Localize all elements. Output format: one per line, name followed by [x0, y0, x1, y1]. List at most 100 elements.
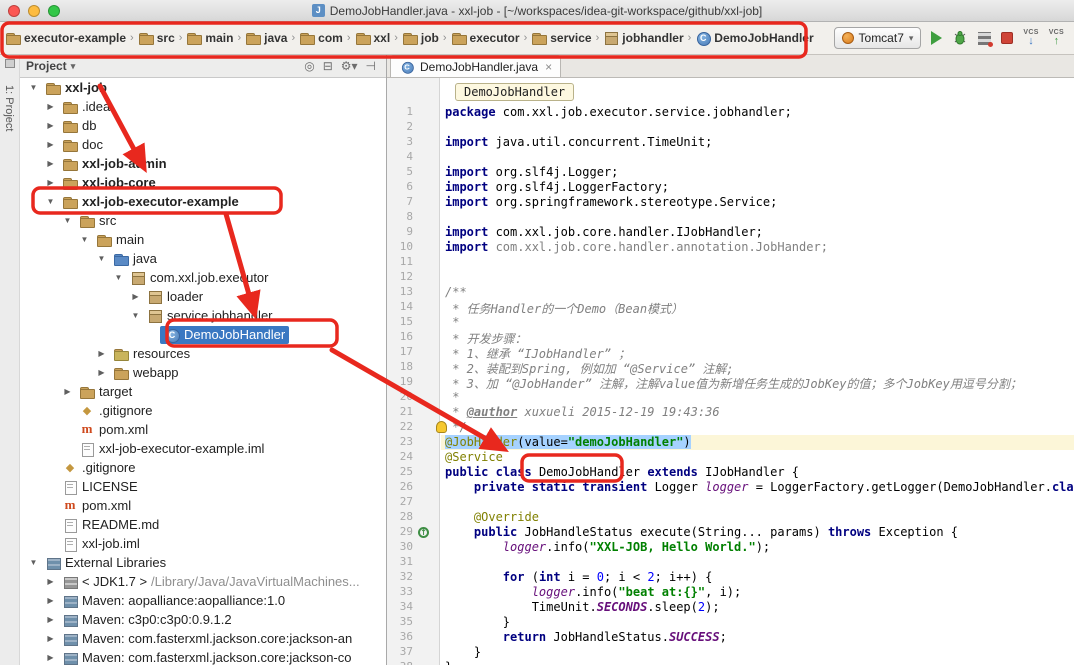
- tree-row-webapp[interactable]: ▶webapp: [20, 363, 386, 382]
- coverage-button[interactable]: [978, 32, 991, 45]
- code-line-7[interactable]: import org.springframework.stereotype.Se…: [441, 195, 1074, 210]
- tree-row-maven-com-fasterxml-jackson-core-jackson-an[interactable]: ▶Maven: com.fasterxml.jackson.core:jacks…: [20, 629, 386, 648]
- code-line-12[interactable]: [441, 270, 1074, 285]
- code-line-2[interactable]: [441, 120, 1074, 135]
- collapse-arrow-icon[interactable]: ▼: [111, 273, 126, 282]
- code-line-18[interactable]: * 2、装配到Spring, 例如加 “@Service” 注解;: [441, 360, 1074, 375]
- tree-row-idea[interactable]: ▶.idea: [20, 97, 386, 116]
- code-line-15[interactable]: *: [441, 315, 1074, 330]
- vcs-commit-button[interactable]: VCS ↑: [1049, 29, 1064, 47]
- tree-row-gitignore[interactable]: .gitignore: [20, 458, 386, 477]
- tree-row-xxl-job-admin[interactable]: ▶xxl-job-admin: [20, 154, 386, 173]
- code-line-27[interactable]: [441, 495, 1074, 510]
- expand-arrow-icon[interactable]: ▶: [43, 159, 58, 168]
- tree-row-jdk1-7[interactable]: ▶< JDK1.7 > /Library/Java/JavaVirtualMac…: [20, 572, 386, 591]
- tree-row-service-jobhandler[interactable]: ▼service.jobhandler: [20, 306, 386, 325]
- close-button[interactable]: [8, 5, 20, 17]
- tree-row-main[interactable]: ▼main: [20, 230, 386, 249]
- code-line-21[interactable]: * @author xuxueli 2015-12-19 19:43:36: [441, 405, 1074, 420]
- breadcrumb-item-java[interactable]: java: [244, 28, 288, 48]
- minimize-button[interactable]: [28, 5, 40, 17]
- expand-arrow-icon[interactable]: ▶: [43, 615, 58, 624]
- code-line-26[interactable]: private static transient Logger logger =…: [441, 480, 1074, 495]
- editor-breadcrumb-pill[interactable]: DemoJobHandler: [455, 83, 574, 101]
- expand-arrow-icon[interactable]: ▶: [128, 292, 143, 301]
- collapse-all-button[interactable]: ⊟: [319, 59, 337, 73]
- tree-row-demojobhandler[interactable]: DemoJobHandler: [20, 325, 386, 344]
- tree-row-xxl-job-executor-example-iml[interactable]: xxl-job-executor-example.iml: [20, 439, 386, 458]
- breadcrumb-item-src[interactable]: src: [137, 28, 176, 48]
- tree-row-xxl-job-executor-example[interactable]: ▼xxl-job-executor-example: [20, 192, 386, 211]
- code-line-34[interactable]: TimeUnit.SECONDS.sleep(2);: [441, 600, 1074, 615]
- code-line-5[interactable]: import org.slf4j.Logger;: [441, 165, 1074, 180]
- tree-row-maven-aopalliance-aopalliance-1-0[interactable]: ▶Maven: aopalliance:aopalliance:1.0: [20, 591, 386, 610]
- stop-button[interactable]: [1001, 32, 1013, 44]
- code-line-22[interactable]: */: [441, 420, 1074, 435]
- collapse-arrow-icon[interactable]: ▼: [26, 83, 41, 92]
- close-icon[interactable]: ×: [545, 60, 552, 74]
- tree-row-db[interactable]: ▶db: [20, 116, 386, 135]
- expand-arrow-icon[interactable]: ▶: [43, 577, 58, 586]
- expand-arrow-icon[interactable]: ▶: [60, 387, 75, 396]
- expand-arrow-icon[interactable]: ▶: [43, 634, 58, 643]
- intention-bulb-icon[interactable]: [436, 421, 447, 433]
- tree-row-xxl-job-iml[interactable]: xxl-job.iml: [20, 534, 386, 553]
- tree-row-xxl-job-core[interactable]: ▶xxl-job-core: [20, 173, 386, 192]
- code-line-19[interactable]: * 3、加 “@JobHander” 注解，注解value值为新增任务生成的Jo…: [441, 375, 1074, 390]
- collapse-arrow-icon[interactable]: ▼: [128, 311, 143, 320]
- tree-row-pom-xml[interactable]: pom.xml: [20, 496, 386, 515]
- breadcrumb-item-executor[interactable]: executor: [450, 28, 521, 48]
- code-line-30[interactable]: logger.info("XXL-JOB, Hello World.");: [441, 540, 1074, 555]
- code-line-1[interactable]: package com.xxl.job.executor.service.job…: [441, 105, 1074, 120]
- code-line-16[interactable]: * 开发步骤：: [441, 330, 1074, 345]
- tree-row-xxl-job[interactable]: ▼xxl-job: [20, 78, 386, 97]
- code-line-23[interactable]: @JobHander(value="demoJobHandler"): [441, 435, 1074, 450]
- expand-arrow-icon[interactable]: ▶: [43, 596, 58, 605]
- code-line-10[interactable]: import com.xxl.job.core.handler.annotati…: [441, 240, 1074, 255]
- expand-arrow-icon[interactable]: ▶: [94, 368, 109, 377]
- expand-arrow-icon[interactable]: ▶: [43, 653, 58, 662]
- breadcrumb-item-job[interactable]: job: [401, 28, 440, 48]
- collapse-arrow-icon[interactable]: ▼: [43, 197, 58, 206]
- expand-arrow-icon[interactable]: ▶: [43, 102, 58, 111]
- collapse-arrow-icon[interactable]: ▼: [94, 254, 109, 263]
- project-stripe-button[interactable]: 1: Project: [3, 85, 15, 131]
- breadcrumb-item-jobhandler[interactable]: jobhandler: [602, 28, 684, 48]
- tree-row-java[interactable]: ▼java: [20, 249, 386, 268]
- code-line-9[interactable]: import com.xxl.job.core.handler.IJobHand…: [441, 225, 1074, 240]
- code-line-37[interactable]: }: [441, 645, 1074, 660]
- breadcrumb-item-xxl[interactable]: xxl: [354, 28, 392, 48]
- breadcrumb-item-service[interactable]: service: [530, 28, 592, 48]
- project-view-select[interactable]: Project ▾: [26, 59, 75, 73]
- breadcrumb-item-demojobhandler[interactable]: DemoJobHandler: [694, 28, 814, 48]
- code-line-38[interactable]: }: [441, 660, 1074, 665]
- tree-row-maven-c3p0-c3p0-0-9-1-2[interactable]: ▶Maven: c3p0:c3p0:0.9.1.2: [20, 610, 386, 629]
- tree-row-external-libraries[interactable]: ▼External Libraries: [20, 553, 386, 572]
- code-line-25[interactable]: public class DemoJobHandler extends IJob…: [441, 465, 1074, 480]
- code-line-35[interactable]: }: [441, 615, 1074, 630]
- debug-button[interactable]: [952, 30, 968, 46]
- vcs-update-button[interactable]: VCS ↓: [1023, 29, 1038, 47]
- code-line-29[interactable]: public JobHandleStatus execute(String...…: [441, 525, 1074, 540]
- tree-row-license[interactable]: LICENSE: [20, 477, 386, 496]
- tree-row-doc[interactable]: ▶doc: [20, 135, 386, 154]
- breadcrumb-item-main[interactable]: main: [185, 28, 234, 48]
- tree-row-gitignore[interactable]: .gitignore: [20, 401, 386, 420]
- tree-row-readme-md[interactable]: README.md: [20, 515, 386, 534]
- expand-arrow-icon[interactable]: ▶: [43, 140, 58, 149]
- expand-arrow-icon[interactable]: ▶: [94, 349, 109, 358]
- code-line-11[interactable]: [441, 255, 1074, 270]
- run-button[interactable]: [931, 31, 942, 45]
- code-area[interactable]: package com.xxl.job.executor.service.job…: [441, 78, 1074, 665]
- expand-arrow-icon[interactable]: ▶: [43, 121, 58, 130]
- code-line-14[interactable]: * 任务Handler的一个Demo（Bean模式）: [441, 300, 1074, 315]
- tree-row-com-xxl-job-executor[interactable]: ▼com.xxl.job.executor: [20, 268, 386, 287]
- code-line-6[interactable]: import org.slf4j.LoggerFactory;: [441, 180, 1074, 195]
- breadcrumb-item-com[interactable]: com: [298, 28, 344, 48]
- expand-arrow-icon[interactable]: ▶: [43, 178, 58, 187]
- run-configuration-select[interactable]: Tomcat7 ▾: [834, 27, 922, 49]
- tree-row-target[interactable]: ▶target: [20, 382, 386, 401]
- code-line-4[interactable]: [441, 150, 1074, 165]
- locate-file-button[interactable]: ◎: [300, 59, 318, 73]
- breadcrumb-item-executor-example[interactable]: executor-example: [4, 28, 127, 48]
